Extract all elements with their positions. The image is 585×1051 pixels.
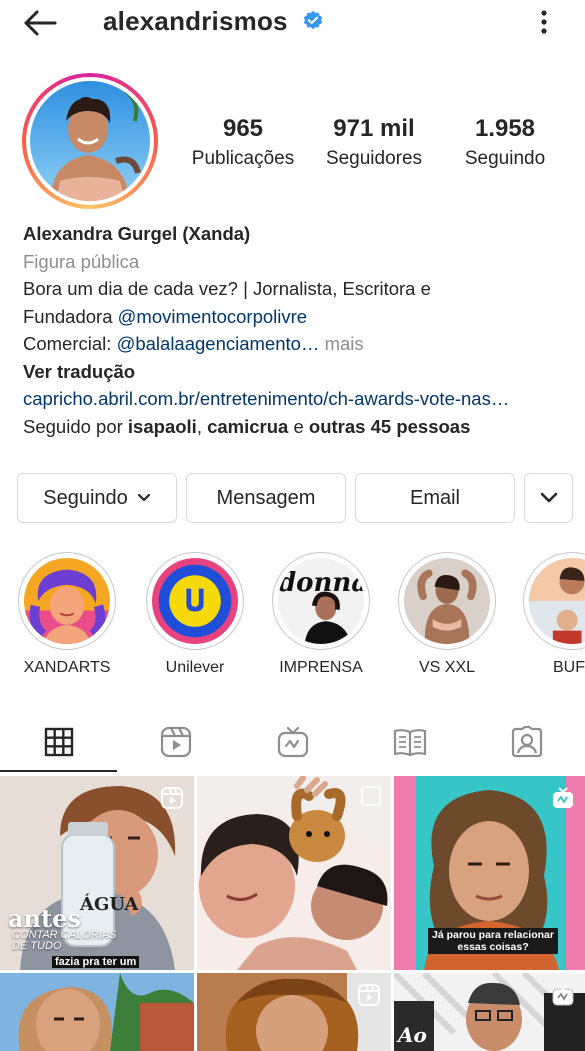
highlight-ring — [398, 552, 496, 650]
profile-category: Figura pública — [23, 250, 140, 272]
highlight-buf[interactable]: BUF — [523, 552, 585, 677]
chevron-down-icon — [137, 493, 150, 502]
chevron-down-icon — [540, 492, 557, 503]
followed-by-user: isapaoli — [127, 415, 197, 437]
stat-followers[interactable]: 971 mil Seguidores — [309, 113, 439, 173]
highlight-unilever[interactable]: Unilever — [145, 552, 245, 677]
following-label: Seguindo — [464, 148, 546, 169]
highlight-cover — [152, 558, 238, 644]
post-thumbnail[interactable]: Ao — [394, 973, 585, 1051]
followed-by-user: camicrua — [207, 415, 289, 437]
following-button[interactable]: Seguindo — [17, 473, 177, 523]
post-thumbnail[interactable] — [197, 973, 391, 1051]
profile-bio: Alexandra Gurgel (Xanda) Figura pública … — [23, 220, 573, 440]
highlight-imprensa[interactable]: donna IMPRENSA — [271, 552, 371, 677]
more-options-button[interactable] — [530, 6, 558, 38]
profile-avatar-story-ring[interactable] — [22, 73, 158, 209]
carousel-icon — [361, 786, 381, 806]
verified-badge-icon — [303, 10, 323, 30]
posts-label: Publicações — [191, 148, 295, 169]
profile-full-name: Alexandra Gurgel (Xanda) — [23, 223, 251, 244]
email-button[interactable]: Email — [355, 473, 515, 523]
posts-count: 965 — [222, 115, 264, 142]
reels-icon — [160, 726, 191, 758]
highlight-label: Unilever — [165, 659, 225, 676]
post-overlay-subtitle: CONTAR CALORIAS DE TUDO — [12, 929, 117, 952]
bio-line-3: Comercial: @balalaagenciamento… mais — [23, 330, 573, 358]
post-thumbnail[interactable]: ÁGUA antes CONTAR CALORIAS DE TUDO fazia… — [0, 776, 194, 970]
tab-igtv[interactable] — [234, 712, 351, 772]
bio-line-1: Bora um dia de cada vez? | Jornalista, E… — [23, 278, 431, 299]
followed-by-others: outras 45 pessoas — [308, 415, 471, 437]
reels-icon — [358, 984, 380, 1006]
highlight-ring — [18, 552, 116, 650]
highlight-ring — [146, 552, 244, 650]
highlight-ring — [523, 552, 585, 650]
bio-mention-link[interactable]: @balalaagenciamento… — [117, 333, 320, 354]
grid-icon — [44, 727, 73, 757]
following-count: 1.958 — [474, 115, 536, 142]
separator: , — [196, 415, 208, 437]
stat-posts[interactable]: 965 Publicações — [178, 113, 308, 173]
highlight-cover — [404, 558, 490, 644]
bio-line-2: Fundadora @movimentocorpolivre — [23, 303, 573, 331]
profile-tabs — [0, 712, 585, 772]
active-tab-indicator — [0, 770, 117, 772]
more-vertical-icon — [541, 10, 547, 34]
highlight-label: VS XXL — [418, 659, 476, 676]
igtv-icon — [553, 787, 573, 808]
followed-by-text: Seguido por — [23, 415, 128, 437]
post-bottle-label: ÁGUA — [80, 894, 139, 915]
highlight-label: XANDARTS — [23, 659, 111, 676]
igtv-icon — [277, 726, 308, 758]
profile-header: alexandrismos — [0, 0, 585, 46]
followers-label: Seguidores — [325, 148, 423, 169]
stat-following[interactable]: 1.958 Seguindo — [440, 113, 570, 173]
highlight-cover — [24, 558, 110, 644]
suggested-accounts-button[interactable] — [524, 473, 573, 523]
post-caption: Já parou para relacionar essas coisas? — [428, 928, 558, 954]
post-thumbnail[interactable] — [0, 973, 194, 1051]
message-button-label: Mensagem — [216, 486, 316, 509]
bio-mention-link[interactable]: @movimentocorpolivre — [118, 306, 307, 327]
avatar — [30, 81, 150, 201]
email-button-label: Email — [409, 486, 460, 509]
tab-guides[interactable] — [351, 712, 468, 772]
followers-count: 971 mil — [333, 115, 415, 142]
bio-text: Fundadora — [23, 305, 118, 327]
back-arrow-icon — [24, 10, 57, 36]
highlight-label: IMPRENSA — [279, 659, 363, 676]
highlight-ring: donna — [272, 552, 370, 650]
profile-username: alexandrismos — [103, 6, 288, 36]
reels-icon — [161, 787, 183, 809]
followed-by[interactable]: Seguido por isapaoli, camicrua e outras … — [23, 413, 573, 441]
back-button[interactable] — [20, 6, 60, 40]
tab-tagged[interactable] — [468, 712, 585, 772]
separator: e — [288, 415, 309, 437]
message-button[interactable]: Mensagem — [186, 473, 346, 523]
highlight-xandarts[interactable]: XANDARTS — [17, 552, 117, 677]
tagged-icon — [511, 726, 542, 758]
bio-more-link[interactable]: mais — [319, 333, 364, 354]
highlight-cover — [529, 558, 585, 644]
bio-text: Comercial: — [23, 333, 117, 354]
post-caption: fazia pra ter um — [52, 956, 140, 968]
tab-reels[interactable] — [117, 712, 234, 772]
highlight-cover: donna — [278, 558, 364, 644]
tab-posts-grid[interactable] — [0, 712, 117, 772]
post-thumbnail[interactable]: Já parou para relacionar essas coisas? — [394, 776, 585, 970]
post-thumbnail[interactable] — [197, 776, 391, 970]
highlight-label: BUF — [553, 659, 585, 676]
igtv-icon — [552, 984, 574, 1006]
see-translation-link[interactable]: Ver tradução — [23, 358, 573, 386]
guides-icon — [393, 729, 426, 757]
following-button-label: Seguindo — [43, 486, 128, 509]
bio-website-link[interactable]: capricho.abril.com.br/entretenimento/ch-… — [23, 385, 573, 413]
post-caption: Ao — [398, 1023, 427, 1047]
highlight-vs-xxl[interactable]: VS XXL — [397, 552, 497, 677]
